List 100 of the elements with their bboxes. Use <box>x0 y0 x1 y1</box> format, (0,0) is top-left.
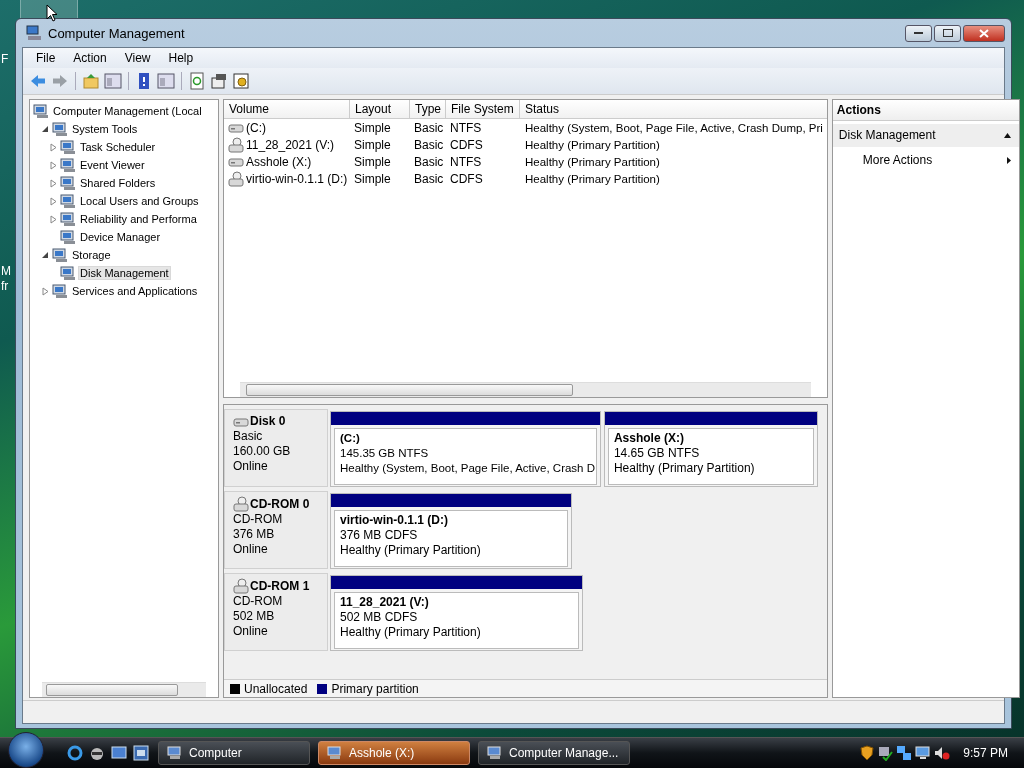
table-cell-text: Simple <box>353 153 392 170</box>
column-header[interactable]: Status <box>520 100 827 118</box>
network-check-icon[interactable] <box>877 745 894 761</box>
table-cell-text: NTFS <box>449 153 483 170</box>
disk-info-card[interactable]: CD-ROM 1 CD-ROM 502 MB Online <box>224 573 328 651</box>
table-cell-text: Healthy (Primary Partition) <box>524 171 661 187</box>
hard-drive-icon <box>228 121 244 134</box>
tree-item[interactable]: Device Manager <box>78 230 163 244</box>
window-switch-icon[interactable] <box>132 744 150 762</box>
desktop-icon-label[interactable]: F <box>1 52 9 66</box>
taskbar-button[interactable]: Computer Manage... <box>478 741 630 765</box>
cd-drive-icon <box>228 170 244 187</box>
table-cell-text: NTFS <box>449 119 483 136</box>
menu-item[interactable]: Help <box>159 51 203 65</box>
partition-capacity: 376 MB CDFS <box>340 528 419 543</box>
disk-size: 160.00 GB <box>233 444 292 459</box>
desktop-icon[interactable] <box>110 744 128 762</box>
disk-status: Online <box>233 459 269 474</box>
column-header[interactable]: File System <box>446 100 520 118</box>
partition-label: Asshole (X:) <box>613 431 685 446</box>
table-cell-text: Healthy (System, Boot, Page File, Active, Crash Dump, Pri <box>524 120 824 136</box>
table-cell-text: Simple <box>353 170 392 187</box>
monitor-icon[interactable] <box>915 745 932 761</box>
refresh-icon[interactable] <box>188 72 206 90</box>
collapse-icon[interactable] <box>41 124 50 134</box>
desktop-icon-label[interactable]: M <box>1 264 11 278</box>
disk-name: CD-ROM 1 <box>250 578 310 594</box>
speaker-muted-icon[interactable] <box>934 745 951 761</box>
actions-section-header[interactable]: Disk Management <box>832 124 1019 147</box>
partition-block[interactable]: (C:) 145.35 GB NTFS Healthy (System, Boot, Page File, Active, Crash D <box>330 411 601 487</box>
desktop-icon-label[interactable]: fr <box>1 279 9 293</box>
expand-icon[interactable] <box>41 286 50 296</box>
tree-item[interactable]: Reliability and Performa <box>78 212 199 226</box>
disk-info-card[interactable]: Disk 0 Basic 160.00 GB Online <box>224 409 328 487</box>
back-arrow-icon[interactable] <box>29 72 47 90</box>
column-header[interactable]: Layout <box>350 100 410 118</box>
hard-drive-icon <box>233 415 249 428</box>
expand-icon[interactable] <box>49 196 58 206</box>
shield-icon[interactable] <box>860 745 875 761</box>
menu-item[interactable]: Action <box>64 51 116 65</box>
maximize-button[interactable] <box>934 24 961 42</box>
expand-icon[interactable] <box>49 214 58 224</box>
table-cell-text: Healthy (Primary Partition) <box>524 154 661 170</box>
section-title: Disk Management <box>838 128 936 142</box>
volume-name: Asshole (X:) <box>246 154 312 169</box>
tree-item[interactable]: System Tools <box>70 122 140 136</box>
program-icon <box>167 746 183 760</box>
network-icon[interactable] <box>896 745 913 761</box>
tree-item[interactable]: Disk Management <box>78 266 171 280</box>
tree-item[interactable]: Services and Applications <box>70 284 200 298</box>
expand-icon[interactable] <box>49 142 58 152</box>
action-label: More Actions <box>862 153 933 167</box>
cd-drive-icon <box>228 136 244 153</box>
partition-label: 11_28_2021 (V:) <box>340 595 430 610</box>
partition-capacity: 502 MB CDFS <box>340 610 419 625</box>
disk-status: Online <box>233 542 269 557</box>
pane-toggle-icon[interactable] <box>104 72 122 90</box>
collapse-icon[interactable] <box>41 250 50 260</box>
tree-item[interactable]: Storage <box>70 248 113 262</box>
partition-status: Healthy (Primary Partition) <box>340 625 482 640</box>
folder-up-icon[interactable] <box>82 72 100 90</box>
table-cell-text: Basic <box>413 170 445 187</box>
start-button[interactable] <box>8 732 44 768</box>
disk-type: CD-ROM <box>233 512 284 527</box>
clock[interactable]: 9:57 PM <box>963 746 1008 760</box>
column-header[interactable]: Type <box>410 100 446 118</box>
close-button[interactable] <box>963 24 1005 42</box>
partition-block[interactable]: virtio-win-0.1.1 (D:) 376 MB CDFS Healthy (Primary Partition) <box>330 493 572 569</box>
taskbar-button[interactable]: Asshole (X:) <box>318 741 470 765</box>
action-item[interactable]: More Actions <box>832 147 1019 171</box>
expand-icon[interactable] <box>49 178 58 188</box>
volume-name: 11_28_2021 (V:) <box>246 137 335 152</box>
tree-item[interactable]: Local Users and Groups <box>78 194 201 208</box>
hard-drive-icon <box>228 155 244 168</box>
properties-icon[interactable] <box>210 72 228 90</box>
taskbar-button[interactable]: Computer <box>158 741 310 765</box>
horizontal-scrollbar[interactable] <box>42 682 206 697</box>
tree-item[interactable]: Task Scheduler <box>78 140 158 154</box>
pane-toggle-icon[interactable] <box>157 72 175 90</box>
tree-item[interactable]: Event Viewer <box>78 158 147 172</box>
table-cell-text: Basic <box>413 153 445 170</box>
partition-block[interactable]: 11_28_2021 (V:) 502 MB CDFS Healthy (Primary Partition) <box>330 575 583 651</box>
minimize-button[interactable] <box>905 24 932 42</box>
settings-icon[interactable] <box>232 72 250 90</box>
partition-block[interactable]: Asshole (X:) 14.65 GB NTFS Healthy (Primary Partition) <box>603 411 818 487</box>
disk-info-card[interactable]: CD-ROM 0 CD-ROM 376 MB Online <box>224 491 328 569</box>
column-header[interactable]: Volume <box>224 100 350 118</box>
disk-name: CD-ROM 0 <box>250 496 310 512</box>
expand-icon[interactable] <box>49 160 58 170</box>
menu-item[interactable]: File <box>27 51 65 65</box>
tree-item[interactable]: Computer Management (Local <box>51 104 204 118</box>
table-cell-text: Basic <box>413 136 445 153</box>
legend-label: Primary partition <box>331 681 419 696</box>
computer-management-icon <box>26 25 42 41</box>
cd-drive-icon <box>233 578 249 594</box>
tree-item[interactable]: Shared Folders <box>78 176 158 190</box>
menu-item[interactable]: View <box>115 51 160 65</box>
collapse-icon <box>1003 132 1011 138</box>
horizontal-scrollbar[interactable] <box>240 382 811 397</box>
mouse-cursor-icon <box>46 4 58 22</box>
